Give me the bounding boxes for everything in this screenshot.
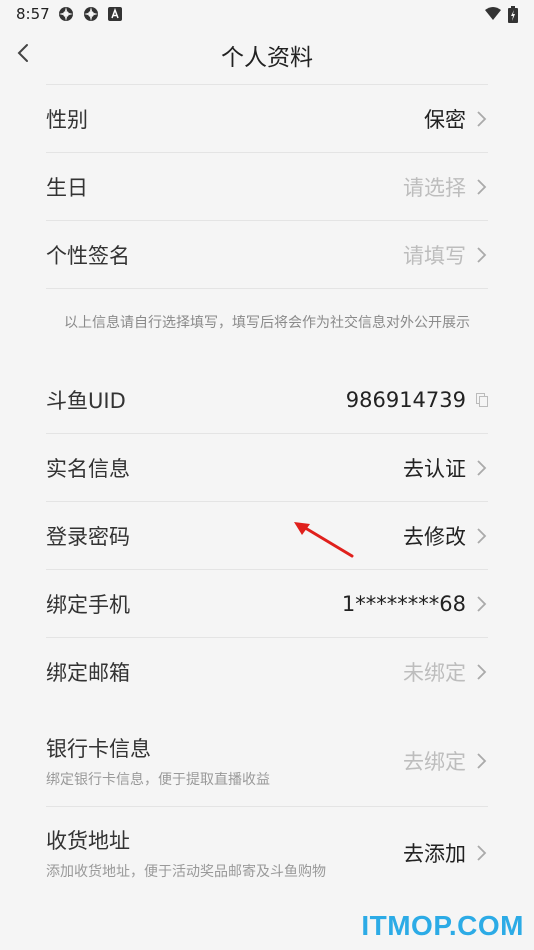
password-label: 登录密码 [46, 524, 130, 549]
text-a-icon [108, 7, 122, 21]
birthday-value: 请选择 [403, 175, 466, 200]
real-name-label: 实名信息 [46, 456, 130, 481]
chevron-right-icon [477, 246, 487, 263]
signature-value: 请填写 [403, 243, 466, 268]
chevron-right-icon [477, 752, 487, 769]
real-name-value: 去认证 [403, 456, 466, 481]
bank-card-label: 银行卡信息 [46, 736, 151, 761]
real-name-row[interactable]: 实名信息 去认证 [46, 434, 488, 502]
password-value: 去修改 [403, 524, 466, 549]
gear-icon [84, 7, 98, 21]
chevron-right-icon [477, 663, 487, 680]
profile-info-list: 性别 保密 生日 请选择 个性签名 请填写 [46, 84, 488, 289]
chevron-right-icon [477, 527, 487, 544]
chevron-right-icon [477, 595, 487, 612]
battery-charging-icon [508, 6, 518, 23]
address-value: 去添加 [403, 841, 466, 866]
uid-row: 斗鱼UID 986914739 [46, 366, 488, 434]
page-title: 个人资料 [221, 45, 313, 71]
gender-row[interactable]: 性别 保密 [46, 85, 488, 153]
uid-label: 斗鱼UID [46, 388, 126, 413]
watermark: ITMOP.COM [361, 910, 524, 941]
nav-bar: 个人资料 [0, 28, 534, 78]
phone-value: 1********68 [341, 591, 466, 616]
password-row[interactable]: 登录密码 去修改 [46, 502, 488, 570]
address-label: 收货地址 [46, 828, 130, 853]
chevron-right-icon [477, 178, 487, 195]
uid-value: 986914739 [345, 387, 466, 412]
phone-row[interactable]: 绑定手机 1********68 [46, 570, 488, 638]
bank-card-row[interactable]: 银行卡信息 绑定银行卡信息，便于提取直播收益 去绑定 [46, 715, 488, 807]
gender-label: 性别 [46, 107, 88, 132]
birthday-row[interactable]: 生日 请选择 [46, 153, 488, 221]
status-time: 8:57 [16, 5, 50, 23]
phone-label: 绑定手机 [46, 592, 130, 617]
copy-icon[interactable] [476, 392, 488, 407]
email-row[interactable]: 绑定邮箱 未绑定 [46, 638, 488, 705]
gender-value: 保密 [424, 107, 466, 132]
email-value: 未绑定 [403, 660, 466, 685]
email-label: 绑定邮箱 [46, 660, 130, 685]
chevron-right-icon [477, 844, 487, 861]
address-row[interactable]: 收货地址 添加收货地址，便于活动奖品邮寄及斗鱼购物 去添加 [46, 807, 488, 898]
signature-row[interactable]: 个性签名 请填写 [46, 221, 488, 289]
wifi-icon [485, 7, 501, 20]
annotation-arrow-icon [294, 522, 354, 558]
chevron-right-icon [477, 110, 487, 127]
chevron-right-icon [477, 459, 487, 476]
signature-label: 个性签名 [46, 243, 130, 268]
gear-icon [59, 7, 73, 21]
bank-card-value: 去绑定 [403, 749, 466, 774]
privacy-note: 以上信息请自行选择填写，填写后将会作为社交信息对外公开展示 [64, 315, 470, 331]
account-info-list: 斗鱼UID 986914739 实名信息 去认证 登录密码 去修改 绑定手机 1… [46, 366, 488, 705]
status-bar: 8:57 [0, 0, 534, 28]
bank-card-sub: 绑定银行卡信息，便于提取直播收益 [46, 771, 270, 788]
address-sub: 添加收货地址，便于活动奖品邮寄及斗鱼购物 [46, 863, 326, 880]
birthday-label: 生日 [46, 175, 88, 200]
extra-info-list: 银行卡信息 绑定银行卡信息，便于提取直播收益 去绑定 收货地址 添加收货地址，便… [46, 715, 488, 898]
